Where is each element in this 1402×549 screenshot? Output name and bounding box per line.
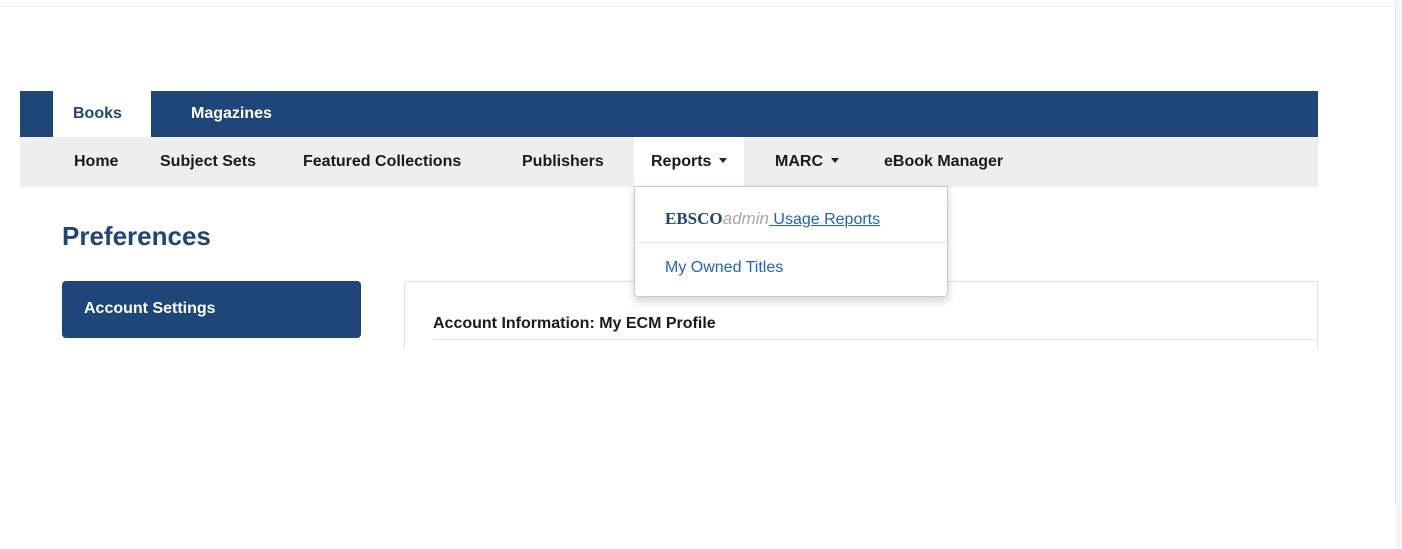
- caret-down-icon: [719, 158, 728, 164]
- nav-home[interactable]: Home: [74, 137, 118, 187]
- tab-magazines[interactable]: Magazines: [171, 91, 297, 137]
- sub-nav-bar: Home Subject Sets Featured Collections P…: [20, 137, 1318, 187]
- nav-publishers[interactable]: Publishers: [522, 137, 604, 187]
- usage-reports-label: Usage Reports: [768, 211, 881, 228]
- nav-reports[interactable]: Reports: [634, 137, 745, 187]
- ebscoadmin-usage-reports-link[interactable]: EBSCOadmin Usage Reports: [665, 207, 880, 231]
- nav-featured-collections[interactable]: Featured Collections: [303, 137, 461, 187]
- nav-marc[interactable]: MARC: [775, 137, 839, 187]
- frame-bottom: [0, 504, 1396, 549]
- nav-subject-sets[interactable]: Subject Sets: [160, 137, 256, 187]
- frame-top-border: [0, 6, 1396, 7]
- reports-dropdown-menu: EBSCOadmin Usage Reports My Owned Titles: [634, 186, 948, 297]
- account-settings-button[interactable]: Account Settings: [62, 281, 361, 338]
- caret-down-icon: [831, 158, 839, 164]
- dropdown-divider: [635, 242, 947, 243]
- ebsco-brand-text: EBSCO: [665, 209, 723, 228]
- my-owned-titles-link[interactable]: My Owned Titles: [665, 256, 783, 280]
- page-title: Preferences: [62, 221, 211, 251]
- panel-divider: [433, 339, 1317, 340]
- admin-brand-text: admin: [722, 209, 769, 228]
- tab-books[interactable]: Books: [53, 91, 151, 139]
- panel-heading: Account Information: My ECM Profile: [433, 315, 716, 332]
- top-nav-bar: Books Magazines: [20, 91, 1318, 139]
- nav-ebook-manager[interactable]: eBook Manager: [884, 137, 1003, 187]
- nav-reports-label: Reports: [651, 153, 712, 170]
- nav-marc-label: MARC: [775, 153, 823, 170]
